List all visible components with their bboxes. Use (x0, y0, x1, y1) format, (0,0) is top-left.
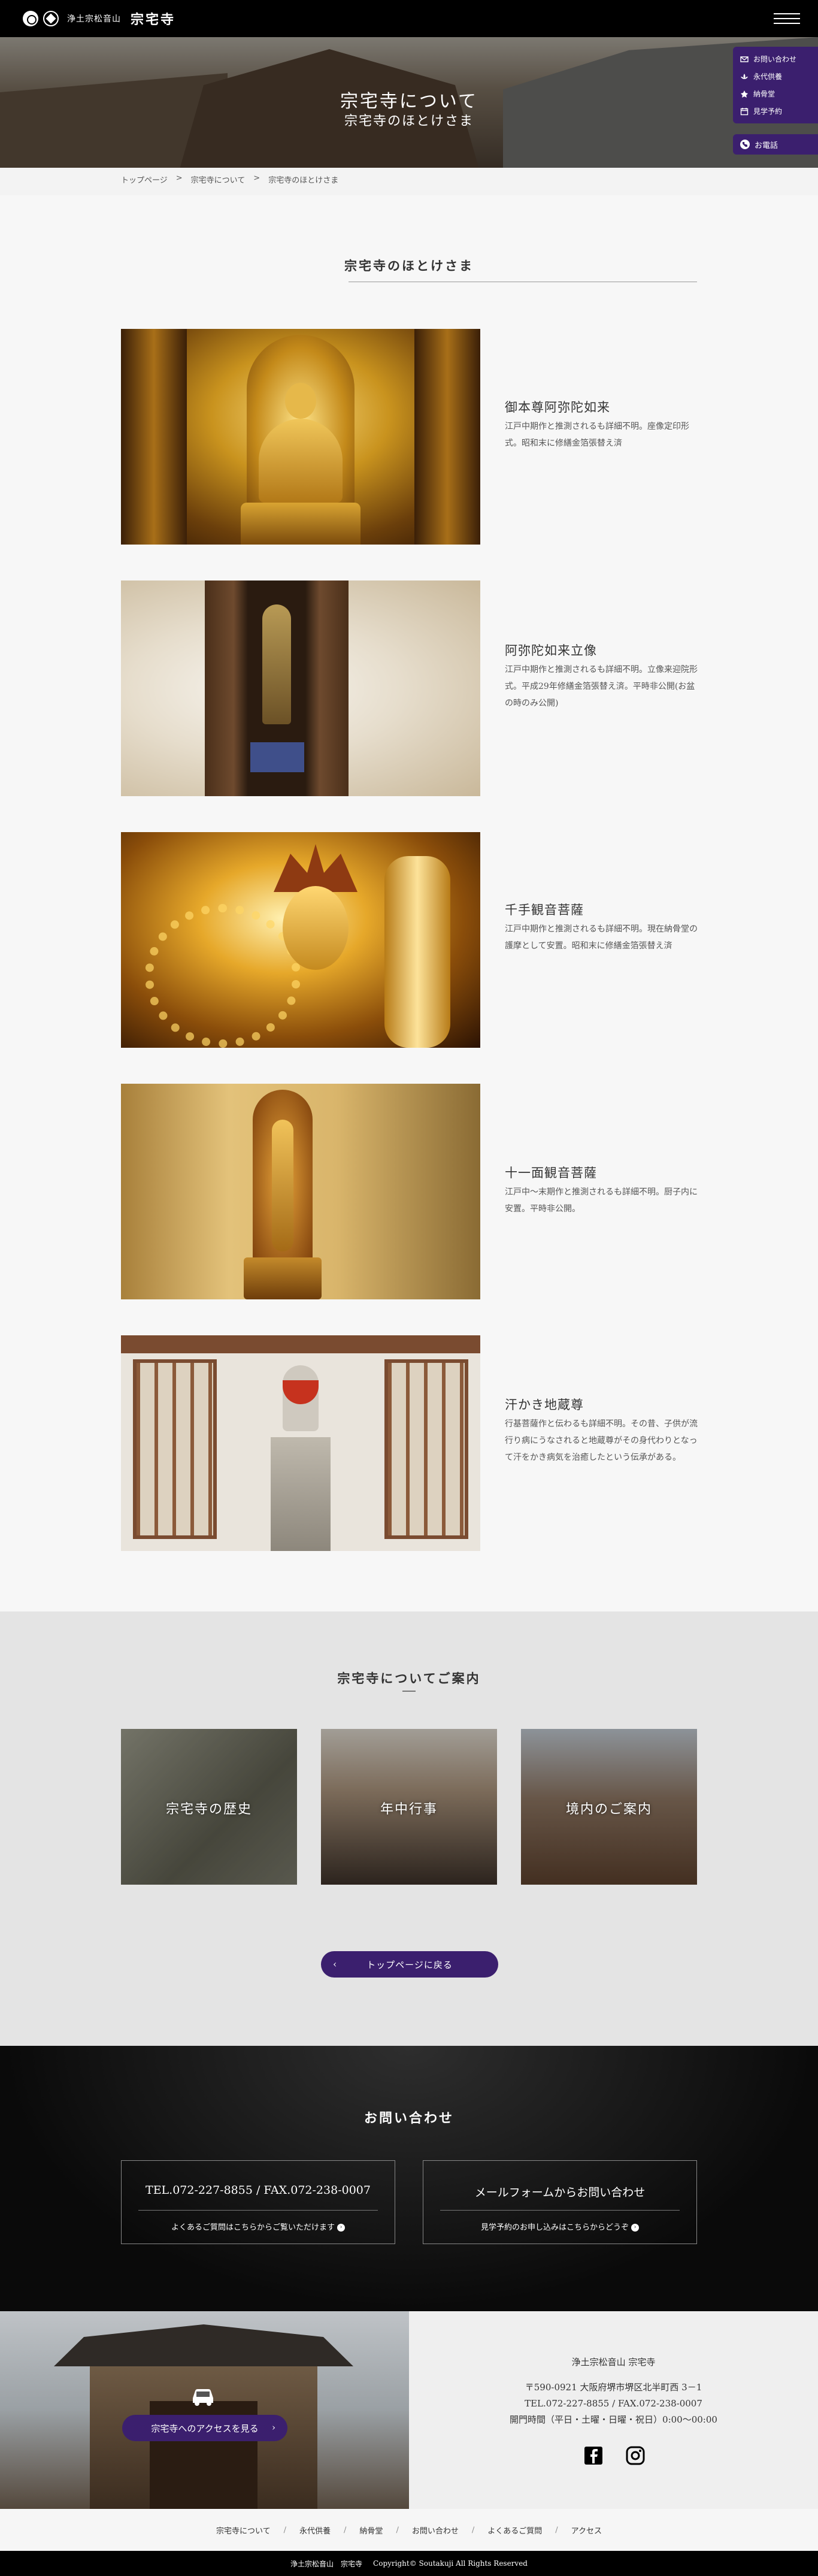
breadcrumb: トップページ > 宗宅寺について > 宗宅寺のほとけさま (121, 174, 338, 185)
crest-mark-icon (43, 11, 59, 26)
calendar-icon (740, 107, 749, 115)
contact-mail-box[interactable]: メールフォームからお問い合わせ 見学予約のお申し込みはこちらからどうぞ › (423, 2160, 697, 2244)
flower-icon (741, 90, 748, 98)
contact-phone-box[interactable]: TEL.072-227-8855 / FAX.072-238-0007 よくある… (121, 2160, 395, 2244)
side-item-reservation[interactable]: 見学予約 (733, 102, 818, 120)
faq-link-text[interactable]: よくあるご質問はこちらからご覧いただけます (171, 2223, 335, 2232)
guide-card-label: 境内のご案内 (565, 1802, 652, 1817)
phone-icon (740, 140, 750, 149)
footer-link-faq[interactable]: よくあるご質問 (487, 2524, 542, 2536)
footer-address-block: 〒590-0921 大阪府堺市堺区北半町西 3－1 TEL.072-227-88… (409, 2380, 818, 2428)
side-call-button[interactable]: お電話 (733, 134, 818, 155)
buddha-desc-1: 江戸中期作と推測されるも詳細不明。座像定印形式。昭和末に修繕金箔張替え済 (505, 422, 689, 448)
crest-icon (23, 11, 38, 26)
guide-title-dash (402, 1691, 416, 1692)
temple-gate-photo: 宗宅寺へのアクセスを見る › (0, 2311, 409, 2509)
buddha-desc-4: 江戸中〜末期作と推測されるも詳細不明。厨子内に安置。平時非公開。 (505, 1187, 698, 1214)
guide-card-events[interactable]: 年中行事 (321, 1729, 497, 1885)
access-button[interactable]: 宗宅寺へのアクセスを見る › (122, 2415, 287, 2441)
breadcrumb-current: 宗宅寺のほとけさま (268, 176, 339, 185)
footer-hours: 開門時間（平日・土曜・日曜・祝日）0:00～00:00 (510, 2414, 717, 2425)
back-to-top-button[interactable]: ‹ トップページに戻る (321, 1951, 498, 1978)
lotus-icon (741, 73, 748, 79)
side-call-label: お電話 (755, 141, 778, 150)
footer-link-nokotsudo[interactable]: 納骨堂 (359, 2524, 383, 2536)
arrow-right-icon: › (631, 2224, 639, 2232)
instagram-icon[interactable] (625, 2445, 646, 2466)
breadcrumb-separator: > (253, 174, 260, 183)
logo-title: 宗宅寺 (131, 12, 176, 28)
buddha-name-3: 千手観音菩薩 (505, 903, 584, 917)
mail-icon (740, 56, 749, 62)
access-button-label: 宗宅寺へのアクセスを見る (151, 2423, 259, 2434)
side-item-label: お問い合わせ (753, 55, 797, 64)
breadcrumb-home[interactable]: トップページ (121, 174, 168, 185)
buddha-name-1: 御本尊阿弥陀如来 (505, 400, 610, 415)
buddha-name-2: 阿弥陀如来立像 (505, 643, 597, 658)
footer-address: 〒590-0921 大阪府堺市堺区北半町西 3－1 (525, 2382, 702, 2393)
hero-banner: 宗宅寺について 宗宅寺のほとけさま (0, 37, 818, 168)
page-title: 宗宅寺のほとけさま (344, 258, 474, 273)
guide-title: 宗宅寺についてご案内 (337, 1671, 481, 1686)
side-item-eitai[interactable]: 永代供養 (733, 68, 818, 85)
copyright-bar: 浄土宗松音山 宗宅寺 Copyright© Soutakuji All Righ… (0, 2551, 818, 2576)
footer-link-eitai[interactable]: 永代供養 (299, 2524, 331, 2536)
side-item-contact[interactable]: お問い合わせ (733, 50, 818, 68)
buddha-name-4: 十一面観音菩薩 (505, 1166, 597, 1180)
side-item-nokotsudo[interactable]: 納骨堂 (733, 85, 818, 102)
buddha-image-5 (121, 1335, 480, 1551)
buddha-image-3 (121, 832, 480, 1048)
car-icon (193, 2389, 213, 2406)
side-quick-nav: お問い合わせ 永代供養 納骨堂 見学予約 (733, 47, 818, 123)
guide-card-label: 宗宅寺の歴史 (165, 1802, 252, 1817)
arrow-right-icon: › (337, 2224, 345, 2232)
buddha-desc-2: 江戸中期作と推測されるも詳細不明。立像来迎院形式。平成29年修繕金箔張替え済。平… (505, 665, 698, 708)
guide-card-history[interactable]: 宗宅寺の歴史 (121, 1729, 297, 1885)
breadcrumb-about[interactable]: 宗宅寺について (191, 174, 246, 185)
back-to-top-label: トップページに戻る (366, 1959, 453, 1970)
buddha-name-5: 汗かき地蔵尊 (505, 1398, 584, 1412)
footer-link-contact[interactable]: お問い合わせ (412, 2524, 459, 2536)
site-logo[interactable]: 浄土宗松音山 宗宅寺 (23, 9, 175, 28)
side-item-label: 永代供養 (753, 72, 783, 81)
hero-title: 宗宅寺について (340, 91, 478, 112)
footer-link-about[interactable]: 宗宅寺について (216, 2524, 271, 2536)
footer-tel: TEL.072-227-8855 / FAX.072-238-0007 (525, 2398, 702, 2409)
buddha-desc-3: 江戸中期作と推測されるも詳細不明。現在納骨堂の護摩として安置。昭和末に修繕金箔張… (505, 924, 698, 951)
footer-org-name: 浄土宗松音山 宗宅寺 (571, 2357, 656, 2368)
copyright-org: 浄土宗松音山 宗宅寺 (290, 2559, 363, 2568)
chevron-right-icon: › (272, 2422, 275, 2433)
contact-title: お問い合わせ (363, 2111, 454, 2126)
buddha-desc-5: 行基菩薩作と伝わるも詳細不明。その昔、子供が流行り病にうなされると地蔵尊がその身… (505, 1419, 698, 1462)
buddha-image-4 (121, 1084, 480, 1299)
reservation-link-text[interactable]: 見学予約のお申し込みはこちらからどうぞ (481, 2223, 629, 2232)
guide-card-label: 年中行事 (380, 1802, 438, 1817)
buddha-image-1 (121, 329, 480, 545)
footer-nav: 宗宅寺について / 永代供養 / 納骨堂 / お問い合わせ / よくあるご質問 / アクセ… (0, 2509, 818, 2551)
contact-mail-text: メールフォームからお問い合わせ (474, 2186, 646, 2199)
copyright-text: Copyright© Soutakuji All Rights Reserved (373, 2559, 528, 2568)
side-item-label: 見学予約 (753, 107, 783, 116)
facebook-icon[interactable] (583, 2445, 604, 2466)
logo-subtitle: 浄土宗松音山 (67, 14, 121, 24)
footer-link-access[interactable]: アクセス (571, 2524, 602, 2536)
breadcrumb-separator: > (175, 174, 183, 183)
contact-phone-text: TEL.072-227-8855 / FAX.072-238-0007 (146, 2184, 371, 2197)
buddha-image-2 (121, 580, 480, 796)
hamburger-menu-icon[interactable] (774, 10, 800, 28)
guide-card-grounds[interactable]: 境内のご案内 (521, 1729, 697, 1885)
site-header: 浄土宗松音山 宗宅寺 (0, 0, 818, 37)
hero-subtitle: 宗宅寺のほとけさま (344, 114, 474, 129)
side-item-label: 納骨堂 (753, 90, 775, 98)
chevron-left-icon: ‹ (333, 1958, 338, 1970)
